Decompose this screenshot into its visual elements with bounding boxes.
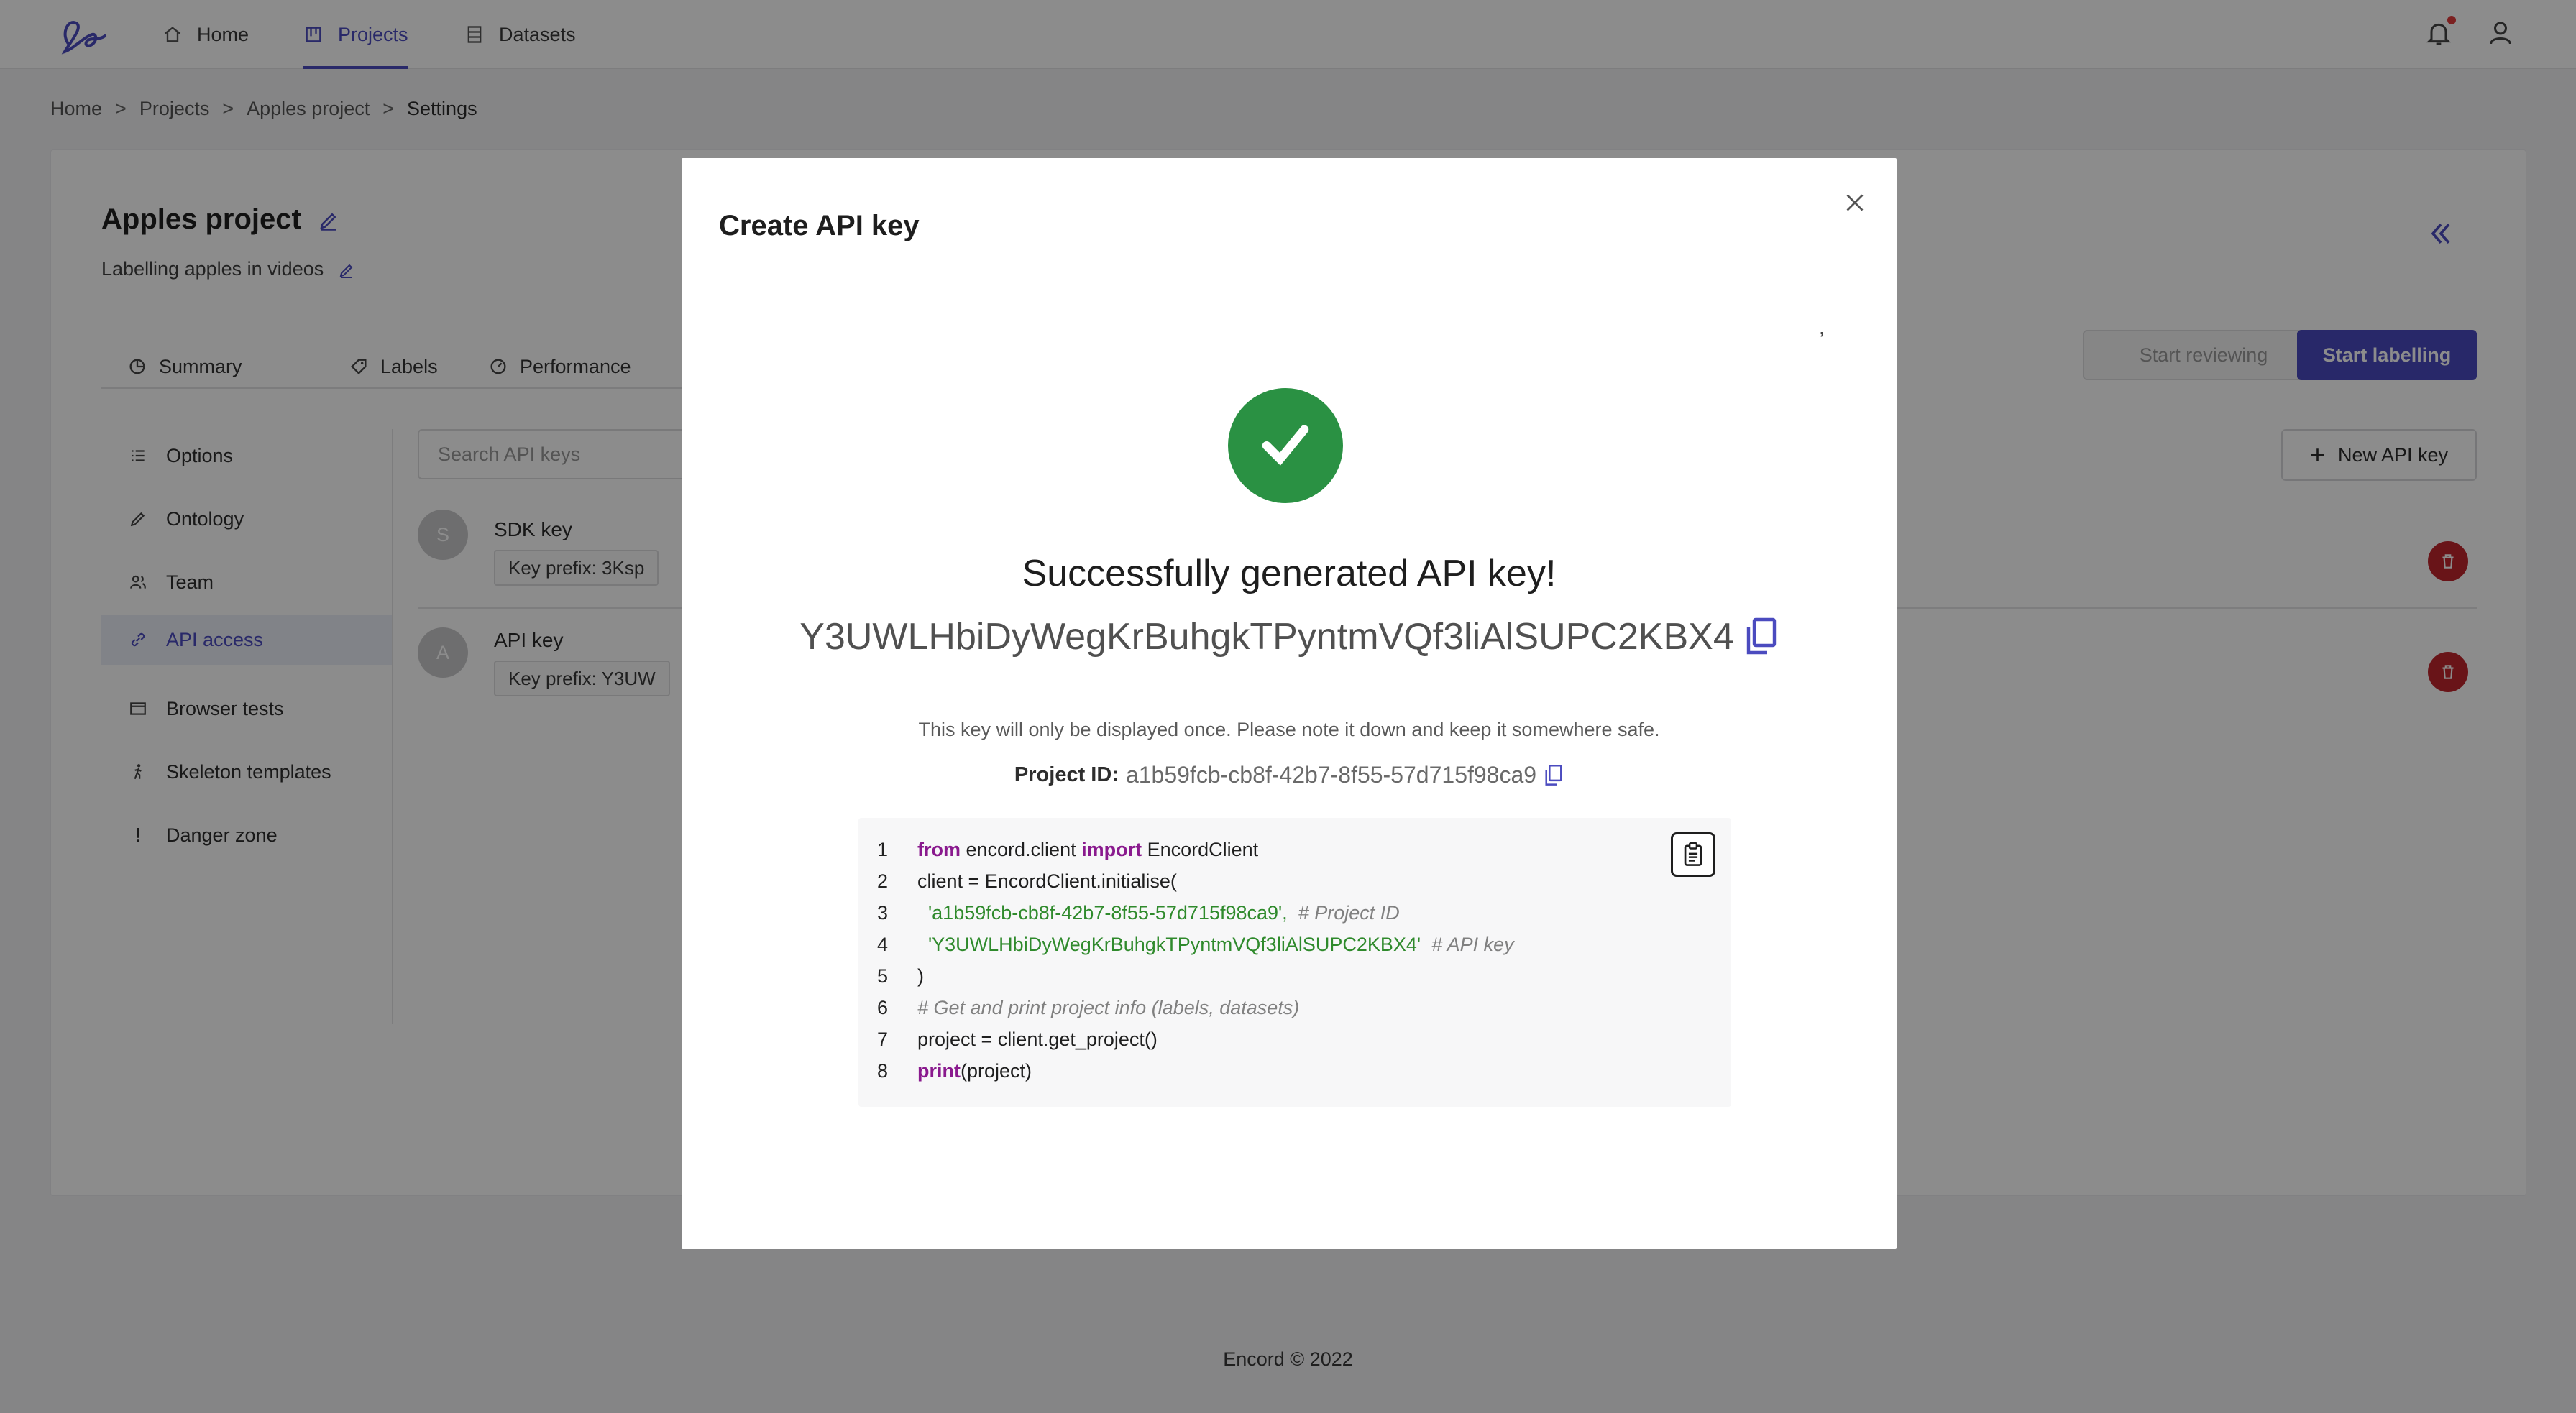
code-snippet: 1 from encord.client import EncordClient… <box>858 818 1731 1107</box>
create-api-key-modal: Create API key , Successfully generated … <box>682 158 1897 1249</box>
line-number: 4 <box>877 933 889 955</box>
line-number: 2 <box>877 870 889 892</box>
success-badge <box>1228 388 1343 503</box>
line-number: 7 <box>877 1028 889 1050</box>
line-number: 8 <box>877 1059 889 1082</box>
stray-mark: , <box>1819 316 1825 339</box>
code-text: client = EncordClient.initialise( <box>917 870 1177 892</box>
one-time-display-note: This key will only be displayed once. Pl… <box>918 719 1660 740</box>
copy-api-key-icon[interactable] <box>1744 617 1779 657</box>
clipboard-icon <box>1684 842 1702 866</box>
success-message: Successfully generated API key! <box>1022 553 1557 594</box>
code-text: print(project) <box>917 1059 1032 1082</box>
checkmark-icon <box>1262 425 1309 466</box>
line-number: 1 <box>877 838 889 860</box>
copy-code-button[interactable] <box>1671 832 1715 877</box>
modal-title: Create API key <box>719 210 920 241</box>
code-text: from encord.client import EncordClient <box>917 838 1259 860</box>
close-icon[interactable] <box>1842 190 1868 216</box>
generated-api-key: Y3UWLHbiDyWegKrBuhgkTPyntmVQf3liAlSUPC2K… <box>682 615 1897 658</box>
copy-project-id-icon[interactable] <box>1544 764 1564 787</box>
line-number: 5 <box>877 965 889 987</box>
code-text: project = client.get_project() <box>917 1028 1158 1050</box>
code-text: 'a1b59fcb-cb8f-42b7-8f55-57d715f98ca9', … <box>917 901 1400 924</box>
code-text: 'Y3UWLHbiDyWegKrBuhgkTPyntmVQf3liAlSUPC2… <box>917 933 1514 955</box>
project-id-row: Project ID: a1b59fcb-cb8f-42b7-8f55-57d7… <box>682 762 1897 788</box>
code-text: ) <box>917 965 924 987</box>
api-key-value[interactable]: Y3UWLHbiDyWegKrBuhgkTPyntmVQf3liAlSUPC2K… <box>799 615 1734 658</box>
project-id-label: Project ID: <box>1014 763 1119 786</box>
line-number: 3 <box>877 901 889 924</box>
code-text: # Get and print project info (labels, da… <box>917 996 1300 1018</box>
line-number: 6 <box>877 996 889 1018</box>
project-id-value[interactable]: a1b59fcb-cb8f-42b7-8f55-57d715f98ca9 <box>1126 762 1536 788</box>
